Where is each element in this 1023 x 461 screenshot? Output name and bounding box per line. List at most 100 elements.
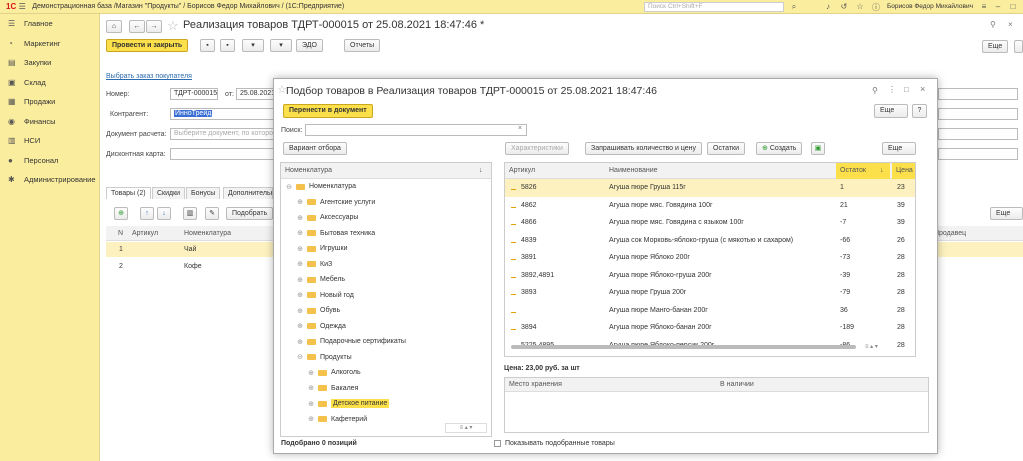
right-field-4[interactable] bbox=[938, 148, 1018, 160]
tree-item[interactable]: ⊕ Подарочные сертификаты bbox=[281, 334, 491, 350]
tree-item[interactable]: ⊕ Новый год bbox=[281, 288, 491, 304]
expand-toggle-icon[interactable]: ⊖ bbox=[296, 353, 304, 361]
product-row[interactable]: 3894 Агуша пюре Яблоко-банан 200г -189 28 bbox=[505, 319, 915, 337]
post-and-close-button[interactable]: Провести и закрыть bbox=[106, 39, 189, 52]
request-qty-price-button[interactable]: Запрашивать количество и цену bbox=[585, 142, 703, 155]
user-name[interactable]: Борисов Федор Михайлович bbox=[887, 3, 973, 10]
tree-item[interactable]: ⊕ Бакалея bbox=[281, 381, 491, 397]
history-icon[interactable]: ↺ bbox=[838, 2, 850, 11]
expand-toggle-icon[interactable]: ⊕ bbox=[296, 291, 304, 299]
tab-discounts[interactable]: Скидки bbox=[152, 187, 186, 199]
col-price[interactable]: Цена bbox=[892, 163, 915, 179]
product-search-input[interactable] bbox=[305, 124, 527, 136]
create-button[interactable]: ⊕ Создать bbox=[756, 142, 803, 155]
right-field-2[interactable] bbox=[938, 108, 1018, 120]
tree-item[interactable]: ⊕ Обувь bbox=[281, 303, 491, 319]
expand-toggle-icon[interactable]: ⊕ bbox=[296, 307, 304, 315]
sidebar-item-admin[interactable]: ✱ Администрирование bbox=[0, 170, 99, 190]
info-icon[interactable]: ⓘ bbox=[870, 2, 882, 13]
sort-down-icon[interactable]: ↓ bbox=[479, 167, 483, 174]
horizontal-scrollbar[interactable] bbox=[511, 345, 856, 349]
search-icon[interactable]: ⌕ bbox=[788, 2, 800, 12]
star-icon[interactable]: ☆ bbox=[854, 2, 866, 11]
edo-button[interactable]: ЭДО bbox=[296, 39, 323, 52]
sidebar-item-main[interactable]: ☰ Главное bbox=[0, 14, 99, 34]
barcode-button[interactable]: ▥ bbox=[183, 207, 197, 220]
add-row-button[interactable]: ⊕ bbox=[114, 207, 128, 220]
expand-toggle-icon[interactable]: ⊕ bbox=[296, 260, 304, 268]
expand-toggle-icon[interactable]: ⊕ bbox=[307, 400, 315, 408]
tree-item[interactable]: ⊕ Игрушки bbox=[281, 241, 491, 257]
bell-icon[interactable]: ♪ bbox=[822, 2, 834, 11]
expand-toggle-icon[interactable]: ⊕ bbox=[296, 214, 304, 222]
move-up-button[interactable]: ↑ bbox=[140, 207, 154, 220]
products-nav-buttons[interactable]: ≡ ▴ ▾ bbox=[865, 343, 913, 353]
dialog-menu-icon[interactable]: ⋮ bbox=[888, 85, 896, 94]
main-menu-icon[interactable]: ☰ bbox=[16, 2, 28, 11]
tree-item[interactable]: ⊖ Номенклатура bbox=[281, 179, 491, 195]
forward-button[interactable]: → bbox=[146, 20, 162, 33]
back-button[interactable]: ← bbox=[129, 20, 145, 33]
expand-toggle-icon[interactable]: ⊕ bbox=[296, 229, 304, 237]
tree-item[interactable]: ⊖ Продукты bbox=[281, 350, 491, 366]
number-field[interactable]: ТДРТ-000015 bbox=[170, 88, 218, 100]
export-button[interactable]: ▣ bbox=[811, 142, 825, 155]
tree-item[interactable]: ⊕ Мебель bbox=[281, 272, 491, 288]
expand-toggle-icon[interactable]: ⊖ bbox=[285, 183, 293, 191]
dialog-close-icon[interactable]: × bbox=[920, 84, 925, 94]
maximize-icon[interactable]: □ bbox=[1007, 2, 1019, 11]
tree-item[interactable]: ⊕ Детское питание bbox=[281, 396, 491, 412]
expand-toggle-icon[interactable]: ⊕ bbox=[307, 369, 315, 377]
select-goods-button[interactable]: Подобрать bbox=[226, 207, 273, 220]
expand-toggle-icon[interactable]: ⊕ bbox=[296, 245, 304, 253]
create-based-button[interactable]: ▾ bbox=[242, 39, 264, 52]
col-stock[interactable]: Остаток ↓ bbox=[836, 163, 890, 179]
expand-toggle-icon[interactable]: ⊕ bbox=[296, 198, 304, 206]
product-row[interactable]: 3891 Агуша пюре Яблоко 200г -73 28 bbox=[505, 249, 915, 267]
stock-button[interactable]: Остатки bbox=[707, 142, 745, 155]
product-row[interactable]: 3892,4891 Агуша пюре Яблоко-груша 200г -39… bbox=[505, 267, 915, 285]
more-button[interactable]: Еще bbox=[982, 40, 1008, 53]
minimize-icon[interactable]: – bbox=[992, 2, 1004, 11]
counterparty-field[interactable]: ИнноТрейд bbox=[170, 108, 274, 120]
favorite-star-icon[interactable]: ☆ bbox=[167, 18, 179, 34]
expand-toggle-icon[interactable]: ⊕ bbox=[307, 384, 315, 392]
save-button[interactable]: ▪ bbox=[200, 39, 215, 52]
transfer-to-document-button[interactable]: Перенести в документ bbox=[283, 104, 373, 118]
sidebar-item-purchases[interactable]: ▤ Закупки bbox=[0, 53, 99, 73]
expand-toggle-icon[interactable]: ⊕ bbox=[296, 322, 304, 330]
sidebar-item-personnel[interactable]: ● Персонал bbox=[0, 151, 99, 171]
sidebar-item-warehouse[interactable]: ▣ Склад bbox=[0, 73, 99, 93]
product-row[interactable]: Агуша пюре Манго-банан 200г 36 28 bbox=[505, 302, 915, 320]
link-icon[interactable]: ⚲ bbox=[990, 20, 996, 29]
more-table-button[interactable]: Еще bbox=[990, 207, 1023, 220]
dialog-maximize-icon[interactable]: □ bbox=[904, 85, 909, 94]
tab-bonuses[interactable]: Бонусы bbox=[186, 187, 221, 199]
right-field-1[interactable] bbox=[938, 88, 1018, 100]
discount-card-field[interactable] bbox=[170, 148, 274, 160]
select-order-link[interactable]: Выбрать заказ покупателя bbox=[106, 73, 192, 80]
sidebar-item-sales[interactable]: ▦ Продажи bbox=[0, 92, 99, 112]
products-more-button[interactable]: Еще bbox=[882, 142, 916, 155]
expand-toggle-icon[interactable]: ⊕ bbox=[296, 276, 304, 284]
tree-item[interactable]: ⊕ Бытовая техника bbox=[281, 226, 491, 242]
tree-item[interactable]: ⊕ Аксессуары bbox=[281, 210, 491, 226]
product-row[interactable]: 4862 Агуша пюре мяс. Говядина 100г 21 39 bbox=[505, 197, 915, 215]
show-selected-checkbox[interactable] bbox=[494, 440, 501, 447]
clear-search-icon[interactable]: × bbox=[518, 125, 522, 132]
settlement-field[interactable]: Выберите документ, по которому bbox=[170, 128, 274, 140]
tab-additional[interactable]: Дополнительн bbox=[223, 187, 273, 199]
product-row[interactable]: 5137Агуша пюре Яблоко со сливками 200г-1… bbox=[505, 354, 915, 356]
characteristics-button[interactable]: Характеристики bbox=[505, 142, 569, 155]
product-row[interactable]: 4839 Агуша сок Морковь-яблоко-груша (с мя… bbox=[505, 232, 915, 250]
help-button[interactable] bbox=[1014, 40, 1023, 53]
tree-item[interactable]: ⊕ Агентские услуги bbox=[281, 195, 491, 211]
global-search-input[interactable]: Поиск Ctrl+Shift+F bbox=[644, 2, 784, 12]
tree-nav-buttons[interactable]: ≡ ▴ ▾ bbox=[445, 423, 487, 433]
dialog-help-button[interactable]: ? bbox=[912, 104, 927, 118]
sidebar-item-finance[interactable]: ◉ Финансы bbox=[0, 112, 99, 132]
product-row[interactable]: 3893 Агуша пюре Груша 200г -79 28 bbox=[505, 284, 915, 302]
tree-item[interactable]: ⊕ Алкоголь bbox=[281, 365, 491, 381]
close-icon[interactable]: × bbox=[1008, 20, 1013, 29]
move-down-button[interactable]: ↓ bbox=[157, 207, 171, 220]
